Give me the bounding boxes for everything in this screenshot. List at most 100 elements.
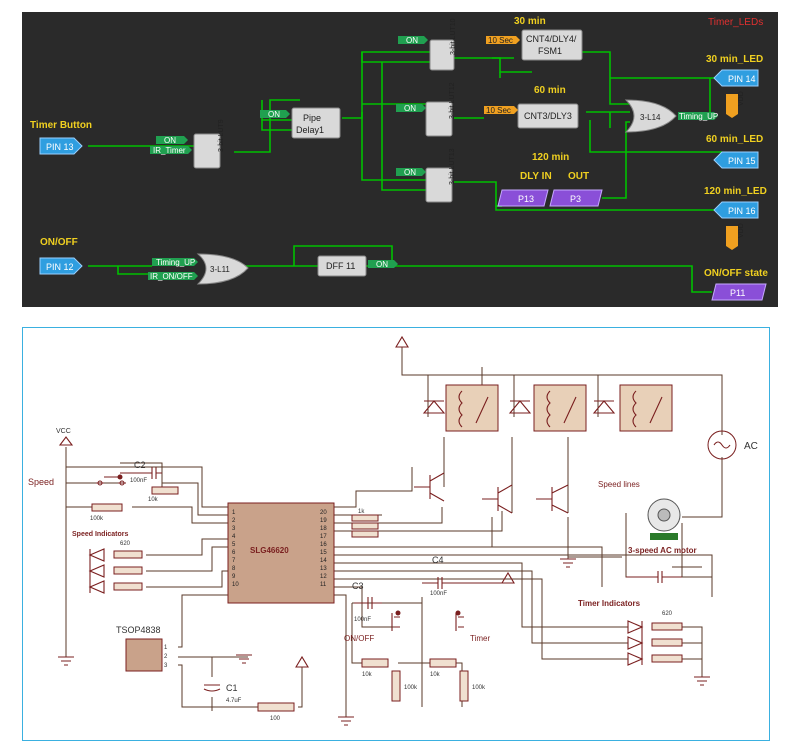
svg-text:ON: ON xyxy=(406,36,418,45)
svg-text:Delay1: Delay1 xyxy=(296,125,324,135)
logic-panel: Timer_LEDs 30 min 60 min 120 min 30 min_… xyxy=(22,12,778,307)
tag-ir-timer: IR_Timer xyxy=(150,146,192,155)
relay-2 xyxy=(533,384,587,432)
svg-text:100nF: 100nF xyxy=(130,478,147,484)
schematic: VCC Speed C2 100nF 10k 100k Speed Indica… xyxy=(22,327,770,741)
tag-10sec-cnt3: 10 Sec xyxy=(484,106,518,115)
resistor-620-timer-label: 620 xyxy=(662,611,673,617)
tag-timing-up-out: Timing_UP xyxy=(678,112,718,121)
chip-pin-17: 17 xyxy=(320,534,327,540)
chip-pin-16: 16 xyxy=(320,542,327,548)
svg-text:4.7uF: 4.7uF xyxy=(226,698,242,704)
svg-text:ON: ON xyxy=(376,260,388,269)
pin-13[interactable]: PIN 13 xyxy=(39,137,83,155)
svg-text:3-L11: 3-L11 xyxy=(210,265,230,274)
svg-text:10k: 10k xyxy=(430,672,441,678)
svg-text:CNT4/DLY4/: CNT4/DLY4/ xyxy=(526,34,577,44)
svg-text:VDD: VDD xyxy=(738,91,745,106)
label-timer-button: Timer Button xyxy=(30,120,92,131)
virtual-pin-p3[interactable]: P3 xyxy=(549,189,603,207)
label-dly-in: DLY IN xyxy=(520,171,552,182)
pipe-delay-block[interactable]: Pipe Delay1 xyxy=(291,107,341,139)
speed-label: Speed xyxy=(28,477,54,487)
svg-text:Pipe: Pipe xyxy=(303,113,321,123)
svg-text:P3: P3 xyxy=(570,194,581,204)
virtual-pin-p11[interactable]: P11 xyxy=(711,283,767,301)
svg-text:100k: 100k xyxy=(90,516,104,522)
svg-text:3-bit LUT12: 3-bit LUT12 xyxy=(449,82,456,119)
label-120min: 120 min xyxy=(532,152,569,163)
onoff-button-label: ON/OFF xyxy=(344,634,374,643)
svg-text:ON: ON xyxy=(404,104,416,113)
relay-3 xyxy=(619,384,673,432)
resistor-1k-label: 1k xyxy=(358,509,365,515)
svg-text:C2: C2 xyxy=(134,460,146,470)
speed-lines-label: Speed lines xyxy=(598,480,640,489)
cnt4-block[interactable]: CNT4/DLY4/ FSM1 xyxy=(521,29,583,61)
resistor-620-speed-label: 620 xyxy=(120,541,131,547)
ac-label: AC xyxy=(744,441,758,452)
svg-text:C4: C4 xyxy=(432,555,444,565)
svg-text:PIN 12: PIN 12 xyxy=(46,262,74,272)
svg-text:100: 100 xyxy=(270,716,281,722)
label-60min-led: 60 min_LED xyxy=(706,134,763,145)
svg-text:PIN 13: PIN 13 xyxy=(46,142,74,152)
svg-text:SLG46620: SLG46620 xyxy=(250,546,289,555)
tsop4838-label: TSOP4838 xyxy=(116,625,161,635)
resistors-1k xyxy=(351,514,379,538)
label-60min: 60 min xyxy=(534,85,566,96)
svg-text:100nF: 100nF xyxy=(430,591,447,597)
tag-ir-onoff: IR_ON/OFF xyxy=(148,272,198,281)
svg-text:CNT3/DLY3: CNT3/DLY3 xyxy=(524,111,572,121)
label-onoff: ON/OFF xyxy=(40,237,78,248)
relay-1 xyxy=(445,384,499,432)
panel-background xyxy=(22,12,778,307)
svg-text:FSM1: FSM1 xyxy=(538,46,562,56)
speed-indicators-label: Speed Indicators xyxy=(72,531,129,538)
slg46620-chip[interactable]: SLG46620 xyxy=(227,502,335,604)
svg-text:3-bit LUT9: 3-bit LUT9 xyxy=(218,119,225,152)
pin-14[interactable]: PIN 14 xyxy=(713,69,759,87)
svg-text:VCC: VCC xyxy=(56,428,71,435)
chip-pin-11: 11 xyxy=(320,582,327,588)
pin-12[interactable]: PIN 12 xyxy=(39,257,83,275)
svg-text:100k: 100k xyxy=(472,685,486,691)
label-120min-led: 120 min_LED xyxy=(704,186,767,197)
chip-pin-18: 18 xyxy=(320,526,327,532)
svg-text:3-L14: 3-L14 xyxy=(640,113,661,122)
chip-pin-14: 14 xyxy=(320,558,327,564)
tag-on-lut9: ON xyxy=(156,136,188,145)
svg-text:100k: 100k xyxy=(404,685,418,691)
svg-text:Timing_UP: Timing_UP xyxy=(679,112,718,121)
timer-button-label: Timer xyxy=(470,634,490,643)
svg-text:ON: ON xyxy=(404,168,416,177)
svg-text:ON: ON xyxy=(268,110,280,119)
dff11-block[interactable]: DFF 11 xyxy=(317,255,367,277)
svg-text:PIN 15: PIN 15 xyxy=(728,156,756,166)
cnt3-block[interactable]: CNT3/DLY3 xyxy=(517,103,579,129)
svg-text:DFF 11: DFF 11 xyxy=(326,261,355,271)
svg-text:IR_Timer: IR_Timer xyxy=(153,146,186,155)
pin-16[interactable]: PIN 16 xyxy=(713,201,759,219)
svg-text:P11: P11 xyxy=(730,288,745,298)
svg-text:3-bit LUT10: 3-bit LUT10 xyxy=(450,18,457,55)
tag-on-lut13: ON xyxy=(396,168,426,177)
chip-pin-10: 10 xyxy=(232,582,239,588)
corner-label: Timer_LEDs xyxy=(708,17,763,28)
ac-motor xyxy=(647,498,681,540)
label-out: OUT xyxy=(568,171,589,182)
tsop4838-receiver[interactable] xyxy=(125,638,163,672)
svg-text:100nF: 100nF xyxy=(354,617,371,623)
svg-text:C1: C1 xyxy=(226,683,238,693)
svg-text:10k: 10k xyxy=(362,672,373,678)
virtual-pin-p13[interactable]: P13 xyxy=(497,189,549,207)
svg-text:VDD: VDD xyxy=(738,223,745,238)
chip-pin-13: 13 xyxy=(320,566,327,572)
svg-text:PIN 14: PIN 14 xyxy=(728,74,756,84)
chip-pin-19: 19 xyxy=(320,518,327,524)
svg-text:10k: 10k xyxy=(148,497,159,503)
motor-label: 3-speed AC motor xyxy=(628,546,697,555)
chip-pin-20: 20 xyxy=(320,510,327,516)
svg-text:C3: C3 xyxy=(352,581,364,591)
pin-15[interactable]: PIN 15 xyxy=(713,151,759,169)
